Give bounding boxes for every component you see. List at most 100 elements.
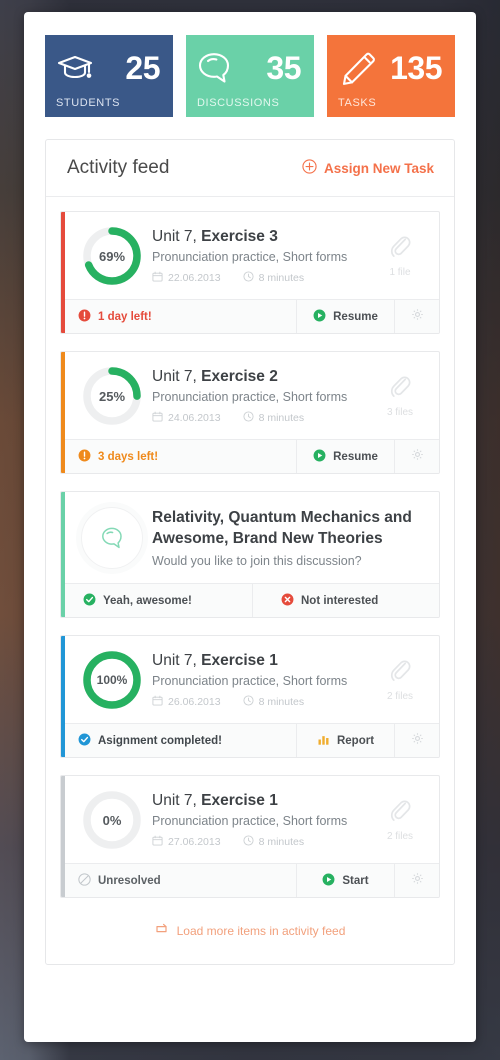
stat-card-students[interactable]: 25 STUDENTS bbox=[45, 35, 173, 117]
stat-top-students: 25 bbox=[56, 44, 162, 92]
assign-new-task-label: Assign New Task bbox=[323, 160, 434, 176]
list-item-meta: 24.06.2013 8 minutes bbox=[152, 411, 375, 425]
list-item-actions: Unresolved Start bbox=[65, 863, 439, 897]
attachment[interactable]: 2 files bbox=[375, 798, 427, 842]
stats-row: 25 STUDENTS 35 DISCUSSIONS 135 TASKS bbox=[24, 12, 476, 117]
progress-value: 100% bbox=[96, 673, 128, 687]
meta-date: 24.06.2013 bbox=[152, 411, 221, 425]
speech-bubble-icon bbox=[197, 49, 237, 87]
report-label: Report bbox=[336, 734, 375, 747]
attachment[interactable]: 3 files bbox=[375, 374, 427, 418]
dashboard-panel: 25 STUDENTS 35 DISCUSSIONS 135 TASKS Act… bbox=[24, 12, 476, 1042]
accent-bar bbox=[61, 776, 65, 897]
meta-duration-label: 8 minutes bbox=[258, 695, 305, 708]
list-item[interactable]: 25% Unit 7, Exercise 2 Pronunciation pra… bbox=[60, 351, 440, 474]
stat-value-students: 25 bbox=[125, 50, 160, 86]
list-item[interactable]: 100% Unit 7, Exercise 1 Pronunciation pr… bbox=[60, 635, 440, 758]
attachment-label: 3 files bbox=[386, 407, 414, 418]
bar-chart-icon bbox=[317, 733, 330, 749]
progress-value: 0% bbox=[102, 812, 122, 828]
title-prefix: Unit 7, bbox=[152, 228, 202, 246]
list-item-text: Unit 7, Exercise 1 Pronunciation practic… bbox=[152, 791, 375, 849]
meta-date-label: 24.06.2013 bbox=[168, 411, 221, 424]
check-circle-icon bbox=[83, 593, 96, 609]
accent-bar bbox=[61, 352, 65, 473]
attachment[interactable]: 2 files bbox=[375, 658, 427, 702]
list-item[interactable]: 0% Unit 7, Exercise 1 Pronunciation prac… bbox=[60, 775, 440, 898]
ban-circle-icon bbox=[78, 872, 91, 889]
check-circle-icon bbox=[78, 733, 91, 749]
resume-button[interactable]: Resume bbox=[296, 300, 394, 333]
gear-icon bbox=[411, 732, 424, 750]
title-emphasis: Exercise 1 bbox=[201, 652, 278, 670]
accent-bar bbox=[61, 636, 65, 757]
progress-donut: 25% bbox=[81, 365, 143, 427]
progress-donut: 69% bbox=[81, 225, 143, 287]
status-label: 1 day left! bbox=[98, 310, 152, 323]
list-item[interactable]: Relativity, Quantum Mechanics and Awesom… bbox=[60, 491, 440, 618]
accept-discussion-button[interactable]: Yeah, awesome! bbox=[65, 584, 252, 617]
activity-feed-header: Activity feed Assign New Task bbox=[46, 140, 454, 197]
stat-card-discussions[interactable]: 35 DISCUSSIONS bbox=[186, 35, 314, 117]
x-circle-icon bbox=[281, 593, 294, 609]
exclamation-circle-icon bbox=[78, 309, 91, 325]
load-more-button[interactable]: Load more items in activity feed bbox=[60, 915, 440, 958]
list-item-meta: 26.06.2013 8 minutes bbox=[152, 695, 375, 709]
paperclip-icon bbox=[389, 658, 411, 687]
gear-icon bbox=[411, 448, 424, 466]
list-item-body: Relativity, Quantum Mechanics and Awesom… bbox=[61, 492, 439, 583]
meta-date-label: 22.06.2013 bbox=[168, 271, 221, 284]
play-circle-icon bbox=[322, 873, 335, 889]
list-item[interactable]: 69% Unit 7, Exercise 3 Pronunciation pra… bbox=[60, 211, 440, 334]
start-button[interactable]: Start bbox=[296, 864, 394, 897]
stat-value-discussions: 35 bbox=[266, 50, 301, 86]
assign-new-task-button[interactable]: Assign New Task bbox=[302, 159, 434, 177]
progress-value: 69% bbox=[98, 248, 126, 264]
decline-discussion-button[interactable]: Not interested bbox=[252, 584, 439, 617]
clock-icon bbox=[243, 835, 254, 849]
paperclip-icon bbox=[389, 234, 411, 263]
stat-card-tasks[interactable]: 135 TASKS bbox=[327, 35, 455, 117]
list-item-title: Unit 7, Exercise 1 bbox=[152, 651, 375, 670]
settings-button[interactable] bbox=[394, 440, 439, 473]
status-label: Asignment completed! bbox=[98, 734, 222, 747]
pencil-icon bbox=[338, 49, 378, 87]
accent-bar bbox=[61, 212, 65, 333]
list-item-text: Unit 7, Exercise 1 Pronunciation practic… bbox=[152, 651, 375, 709]
list-item-subtitle: Pronunciation practice, Short forms bbox=[152, 813, 348, 828]
accent-bar bbox=[61, 492, 65, 617]
status-badge: Asignment completed! bbox=[65, 724, 296, 757]
progress-donut: 100% bbox=[81, 649, 143, 711]
meta-date-label: 26.06.2013 bbox=[168, 695, 221, 708]
meta-duration: 8 minutes bbox=[243, 835, 304, 849]
meta-date: 26.06.2013 bbox=[152, 695, 221, 709]
attachment[interactable]: 1 file bbox=[375, 234, 427, 278]
list-item-text: Unit 7, Exercise 2 Pronunciation practic… bbox=[152, 367, 375, 425]
settings-button[interactable] bbox=[394, 724, 439, 757]
accept-discussion-label: Yeah, awesome! bbox=[103, 594, 192, 607]
settings-button[interactable] bbox=[394, 864, 439, 897]
gear-icon bbox=[411, 308, 424, 326]
gear-icon bbox=[411, 872, 424, 890]
meta-date-label: 27.06.2013 bbox=[168, 835, 221, 848]
stat-value-tasks: 135 bbox=[390, 50, 442, 86]
stat-label-tasks: TASKS bbox=[338, 97, 377, 109]
calendar-icon bbox=[152, 695, 163, 709]
progress-value: 25% bbox=[98, 388, 126, 404]
resume-button[interactable]: Resume bbox=[296, 440, 394, 473]
stat-label-students: STUDENTS bbox=[56, 97, 121, 109]
settings-button[interactable] bbox=[394, 300, 439, 333]
title-prefix: Unit 7, bbox=[152, 368, 202, 386]
list-item-body: 69% Unit 7, Exercise 3 Pronunciation pra… bbox=[61, 212, 439, 299]
attachment-label: 1 file bbox=[389, 267, 411, 278]
list-item-title: Unit 7, Exercise 3 bbox=[152, 227, 375, 246]
meta-date: 22.06.2013 bbox=[152, 271, 221, 285]
status-label: 3 days left! bbox=[98, 450, 159, 463]
meta-duration-label: 8 minutes bbox=[258, 411, 305, 424]
discussion-subtitle: Would you like to join this discussion? bbox=[152, 553, 362, 568]
list-item-body: 25% Unit 7, Exercise 2 Pronunciation pra… bbox=[61, 352, 439, 439]
report-button[interactable]: Report bbox=[296, 724, 394, 757]
calendar-icon bbox=[152, 411, 163, 425]
calendar-icon bbox=[152, 835, 163, 849]
calendar-icon bbox=[152, 271, 163, 285]
